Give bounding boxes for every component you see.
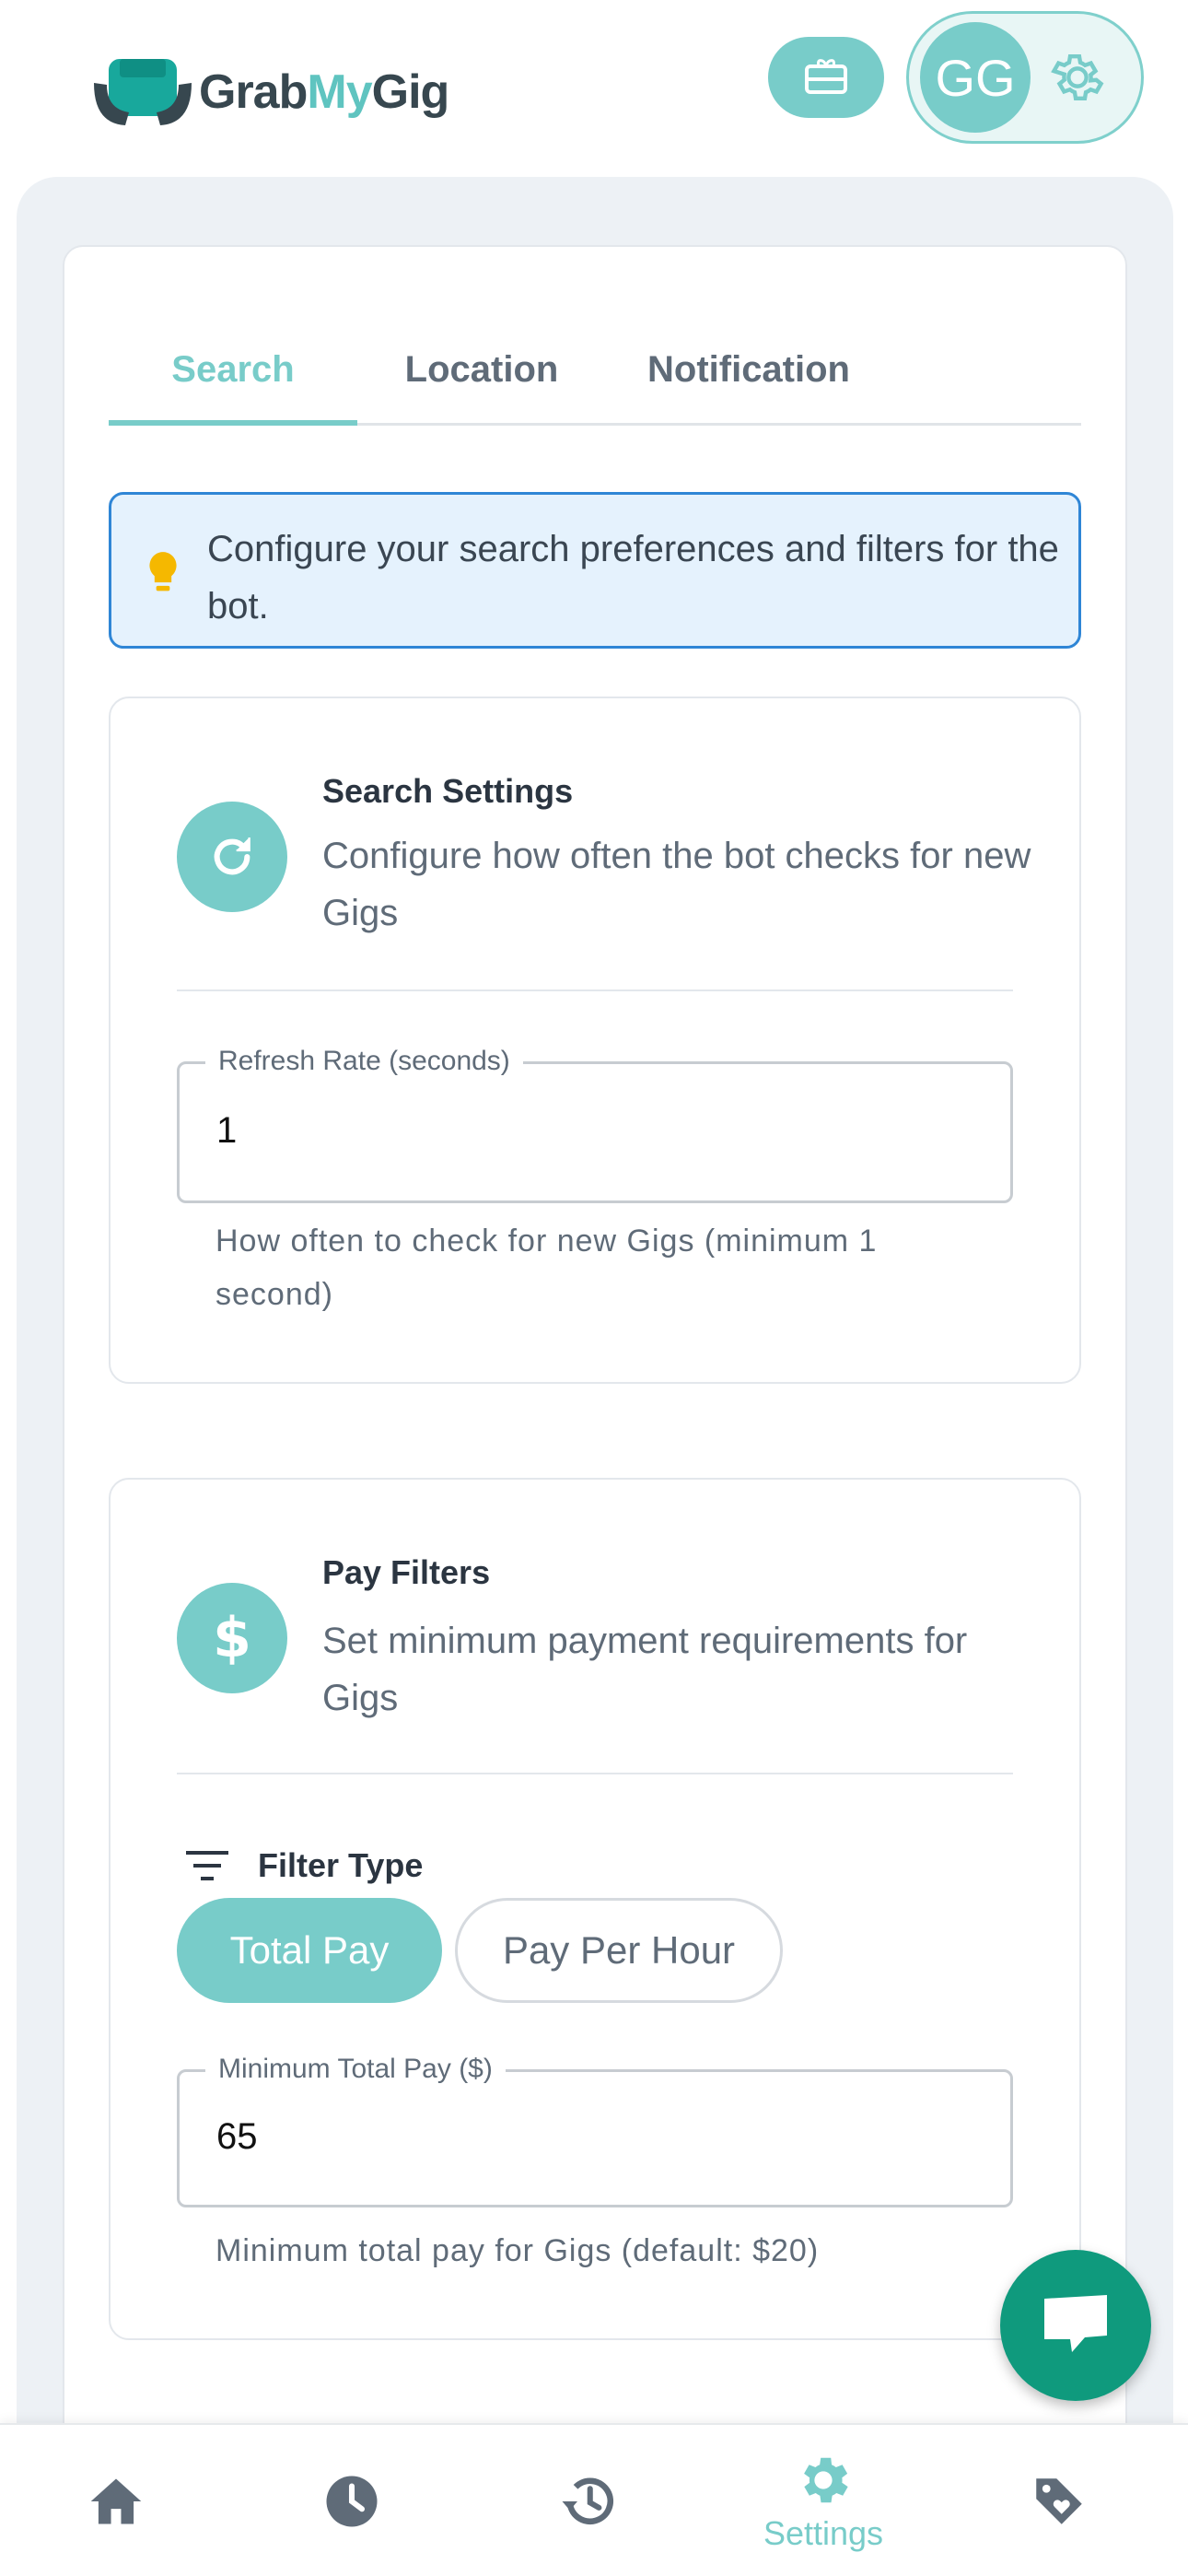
- refresh-rate-input[interactable]: 1: [216, 1110, 237, 1152]
- refresh-rate-label: Refresh Rate (seconds): [205, 1046, 523, 1077]
- tab-location[interactable]: Location: [357, 313, 606, 426]
- nav-settings-label: Settings: [763, 2514, 884, 2552]
- minimum-total-pay-label: Minimum Total Pay ($): [205, 2054, 506, 2085]
- gear-icon[interactable]: [1047, 47, 1108, 108]
- nav-clock[interactable]: [260, 2425, 444, 2576]
- info-text: Configure your search preferences and fi…: [207, 529, 1059, 626]
- home-icon: [90, 2478, 142, 2524]
- minimum-total-pay-helper: Minimum total pay for Gigs (default: $20…: [215, 2233, 820, 2268]
- pay-filters-section: $ Pay Filters Set minimum payment requir…: [109, 1478, 1081, 2340]
- chat-icon: [1044, 2295, 1107, 2352]
- filter-type-row: Filter Type: [184, 1846, 423, 1885]
- section-divider: [177, 1773, 1013, 1774]
- bottom-nav: Settings: [0, 2423, 1188, 2576]
- search-settings-section: Search Settings Configure how often the …: [109, 697, 1081, 1384]
- pay-filters-description: Set minimum payment requirements for Gig…: [322, 1621, 968, 1718]
- search-settings-title: Search Settings: [322, 772, 574, 810]
- nav-deals[interactable]: [967, 2425, 1151, 2576]
- settings-tabs: Search Location Notification: [109, 313, 1081, 426]
- logo-icon: [92, 55, 193, 129]
- avatar[interactable]: GG: [920, 22, 1031, 133]
- gear-icon: [804, 2457, 848, 2503]
- tag-heart-icon: [1036, 2478, 1082, 2524]
- refresh-rate-helper: How often to check for new Gigs (minimum…: [215, 1224, 878, 1312]
- logo-my: My: [307, 65, 372, 119]
- gift-card-button[interactable]: [768, 37, 884, 118]
- gift-card-icon: [805, 59, 847, 94]
- profile-settings-button[interactable]: GG: [906, 11, 1144, 144]
- logo-gig: Gig: [371, 65, 450, 119]
- minimum-total-pay-input[interactable]: 65: [216, 2116, 258, 2158]
- app-header: GrabMyGig GG: [0, 0, 1188, 175]
- pay-filters-title: Pay Filters: [322, 1553, 491, 1591]
- nav-home[interactable]: [24, 2425, 208, 2576]
- refresh-icon: [177, 802, 287, 912]
- logo-grab: Grab: [199, 65, 308, 119]
- dollar-icon: $: [177, 1583, 287, 1693]
- section-divider: [177, 989, 1013, 991]
- filter-type-label: Filter Type: [258, 1846, 424, 1884]
- nav-history[interactable]: [495, 2425, 680, 2576]
- search-settings-description: Configure how often the bot checks for n…: [322, 836, 1031, 933]
- logo[interactable]: GrabMyGig: [92, 55, 450, 129]
- chat-fab-button[interactable]: [1000, 2250, 1151, 2401]
- tab-search[interactable]: Search: [109, 313, 357, 426]
- clock-icon: [326, 2476, 378, 2527]
- refresh-rate-field[interactable]: Refresh Rate (seconds) 1: [177, 1046, 1013, 1203]
- active-tab-indicator: [109, 420, 357, 426]
- total-pay-chip[interactable]: Total Pay: [177, 1898, 442, 2003]
- minimum-total-pay-field[interactable]: Minimum Total Pay ($) 65: [177, 2054, 1013, 2207]
- logo-text: GrabMyGig: [199, 64, 450, 120]
- tab-notification[interactable]: Notification: [606, 313, 891, 426]
- pay-per-hour-chip[interactable]: Pay Per Hour: [455, 1898, 783, 2003]
- info-alert: Configure your search preferences and fi…: [109, 492, 1081, 649]
- lightbulb-icon: [149, 552, 177, 591]
- nav-settings[interactable]: Settings: [731, 2425, 915, 2576]
- filter-icon: [186, 1851, 228, 1880]
- history-icon: [562, 2477, 614, 2525]
